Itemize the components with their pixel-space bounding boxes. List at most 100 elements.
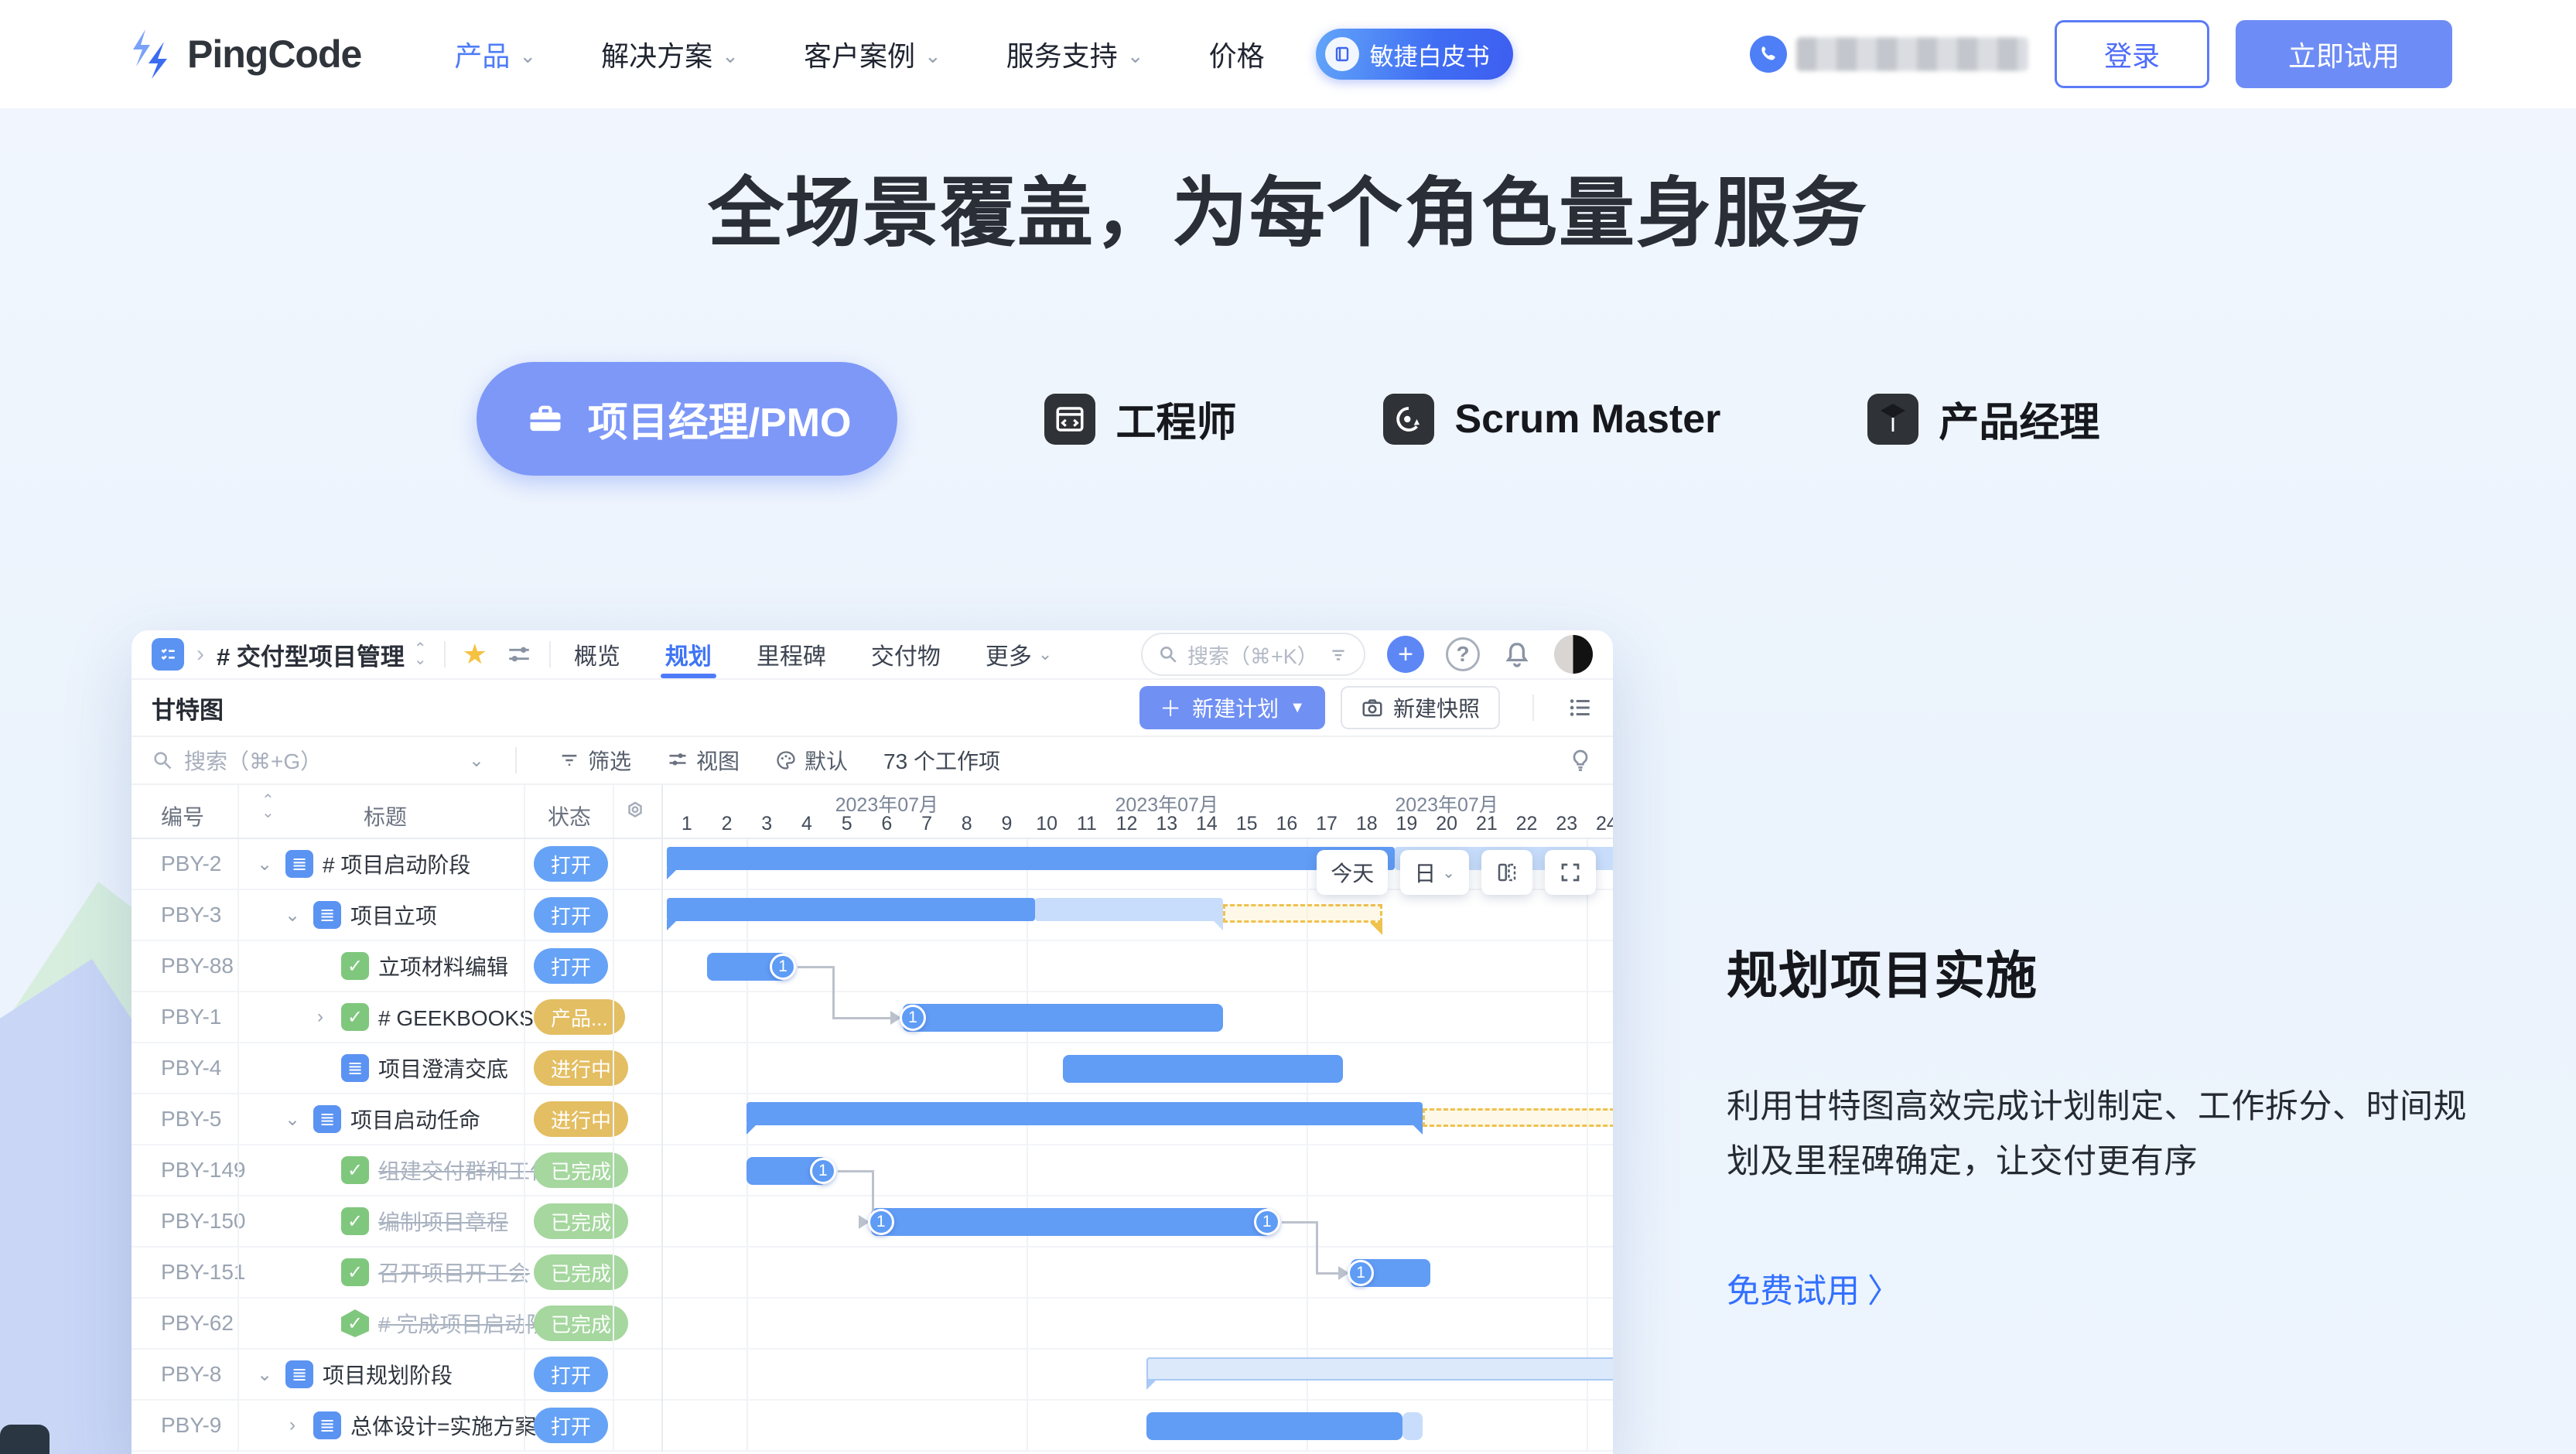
product-box-icon xyxy=(1867,394,1918,445)
work-item-title[interactable]: 项目启动任命 xyxy=(350,1104,480,1135)
gantt-bar-segment[interactable] xyxy=(1035,898,1223,921)
status-badge[interactable]: 打开 xyxy=(534,897,608,933)
tab-规划[interactable]: 规划 xyxy=(665,630,712,678)
status-badge[interactable]: 打开 xyxy=(534,1357,608,1392)
login-button[interactable]: 登录 xyxy=(2055,20,2209,88)
dependency-badge[interactable]: 1 xyxy=(770,954,796,980)
tips-lightbulb-icon[interactable] xyxy=(1568,748,1593,773)
tab-里程碑[interactable]: 里程碑 xyxy=(757,630,826,678)
create-button[interactable]: + xyxy=(1387,636,1424,673)
split-view-button[interactable] xyxy=(1481,850,1532,895)
today-button[interactable]: 今天 xyxy=(1317,850,1388,895)
status-badge[interactable]: 产品... xyxy=(534,999,625,1035)
view-settings-button[interactable]: 视图 xyxy=(667,745,740,776)
project-icon[interactable] xyxy=(152,638,184,671)
column-title[interactable]: 标题 xyxy=(364,800,407,831)
gantt-bar-segment[interactable] xyxy=(1146,1357,1613,1381)
project-title[interactable]: # 交付型项目管理 xyxy=(217,637,405,672)
dependency-badge[interactable]: 1 xyxy=(868,1209,894,1235)
new-snapshot-button[interactable]: 新建快照 xyxy=(1341,686,1500,729)
role-tab-产品经理[interactable]: 产品经理 xyxy=(1867,390,2099,448)
chevron-down-icon[interactable]: ⌄ xyxy=(281,1108,304,1131)
status-badge[interactable]: 打开 xyxy=(534,846,608,882)
table-row[interactable]: PBY-5⌄≣项目启动任命进行中 xyxy=(132,1094,661,1145)
gantt-bar-segment[interactable] xyxy=(1146,1412,1402,1440)
gantt-bar-segment[interactable] xyxy=(1063,1055,1343,1083)
brand-logo[interactable]: PingCode xyxy=(130,29,361,79)
gantt-bar-segment[interactable] xyxy=(1423,1108,1613,1127)
new-plan-button[interactable]: ＋ 新建计划 ▼ xyxy=(1139,686,1325,729)
dependency-badge[interactable]: 1 xyxy=(900,1005,926,1031)
status-badge[interactable]: 打开 xyxy=(534,948,608,984)
table-row[interactable]: PBY-62✓# 完成项目启动阶段...已完成 xyxy=(132,1299,661,1350)
role-tab-Scrum Master[interactable]: Scrum Master xyxy=(1383,394,1720,445)
column-id[interactable]: 编号 xyxy=(161,800,204,831)
user-avatar[interactable] xyxy=(1554,635,1593,674)
nav-item-价格[interactable]: 价格 xyxy=(1209,34,1265,74)
gantt-bar-segment[interactable] xyxy=(1402,1412,1423,1440)
work-item-title[interactable]: 编制项目章程 xyxy=(378,1206,508,1237)
tab-更多[interactable]: 更多⌄ xyxy=(986,630,1052,678)
table-row[interactable]: PBY-9›≣总体设计=实施方案（...打开 xyxy=(132,1401,661,1452)
work-item-title[interactable]: # 项目启动阶段 xyxy=(323,848,470,879)
dependency-line xyxy=(832,1017,893,1019)
gantt-bar-segment[interactable] xyxy=(1223,904,1383,923)
sort-icon[interactable]: ⌃⌄ xyxy=(261,794,275,819)
chevron-down-icon[interactable]: ⌄ xyxy=(253,853,276,875)
table-row[interactable]: PBY-151✓召开项目开工会已完成 xyxy=(132,1248,661,1299)
work-item-title[interactable]: 项目规划阶段 xyxy=(323,1359,453,1390)
nav-item-服务支持[interactable]: 服务支持⌄ xyxy=(1006,34,1144,74)
help-icon[interactable]: ? xyxy=(1446,637,1480,671)
chevron-right-icon[interactable]: › xyxy=(309,1006,332,1028)
global-search-input[interactable]: 搜索（⌘+K） xyxy=(1141,633,1365,676)
role-tab-工程师[interactable]: 工程师 xyxy=(1044,390,1236,448)
role-tab-项目经理/PMO[interactable]: 项目经理/PMO xyxy=(477,362,898,476)
gantt-bar-segment[interactable] xyxy=(871,1208,1271,1236)
work-item-title[interactable]: 召开项目开工会 xyxy=(378,1257,530,1288)
table-row[interactable]: PBY-149✓组建交付群和工作台已完成 xyxy=(132,1145,661,1196)
table-row[interactable]: PBY-1›✓# GEEKBOOKS 极...产品... xyxy=(132,992,661,1043)
dependency-badge[interactable]: 1 xyxy=(1348,1260,1374,1286)
dependency-badge[interactable]: 1 xyxy=(810,1158,836,1184)
table-row[interactable]: PBY-8⌄≣项目规划阶段打开 xyxy=(132,1350,661,1401)
free-trial-link[interactable]: 免费试用 〉 xyxy=(1727,1265,1901,1312)
fullscreen-button[interactable] xyxy=(1545,850,1596,895)
column-settings-gear-icon[interactable] xyxy=(624,799,647,822)
table-row[interactable]: PBY-4≣项目澄清交底进行中 xyxy=(132,1043,661,1094)
status-badge[interactable]: 打开 xyxy=(534,1408,608,1443)
nav-item-产品[interactable]: 产品⌄ xyxy=(454,34,536,74)
chevron-right-icon[interactable]: › xyxy=(281,1415,304,1436)
whitepaper-badge[interactable]: 敏捷白皮书 xyxy=(1316,29,1513,80)
gantt-bar-segment[interactable] xyxy=(903,1004,1223,1032)
work-item-search-input[interactable]: 搜索（⌘+G） ⌄ xyxy=(152,745,484,776)
table-row[interactable]: PBY-3⌄≣项目立项打开 xyxy=(132,890,661,941)
chevron-down-icon[interactable]: ⌄ xyxy=(281,904,304,927)
nav-item-客户案例[interactable]: 客户案例⌄ xyxy=(804,34,941,74)
gantt-bar-segment[interactable] xyxy=(667,898,1035,921)
nav-item-解决方案[interactable]: 解决方案⌄ xyxy=(601,34,739,74)
list-view-icon[interactable] xyxy=(1566,695,1593,721)
gantt-bar-segment[interactable] xyxy=(667,847,1395,870)
pingcode-logo-icon xyxy=(130,29,173,79)
dependency-badge[interactable]: 1 xyxy=(1254,1209,1280,1235)
gantt-bar-segment[interactable] xyxy=(746,1102,1423,1125)
table-row[interactable]: PBY-150✓编制项目章程已完成 xyxy=(132,1196,661,1248)
work-item-title[interactable]: 项目澄清交底 xyxy=(378,1053,508,1084)
chevron-down-icon[interactable]: ⌄ xyxy=(253,1364,276,1386)
filter-button[interactable]: 筛选 xyxy=(559,745,631,776)
column-status[interactable]: 状态 xyxy=(548,800,591,831)
tab-概览[interactable]: 概览 xyxy=(574,630,620,678)
theme-default-button[interactable]: 默认 xyxy=(775,745,848,776)
table-row[interactable]: PBY-88✓立项材料编辑打开 xyxy=(132,941,661,992)
swap-icon[interactable] xyxy=(506,643,532,666)
trial-button[interactable]: 立即试用 xyxy=(2236,20,2452,88)
chevron-down-icon[interactable]: ⌄ xyxy=(469,749,484,772)
work-item-title[interactable]: 立项材料编辑 xyxy=(378,951,508,981)
work-item-title[interactable]: 项目立项 xyxy=(350,899,437,930)
favorite-star-icon[interactable]: ★ xyxy=(463,638,487,671)
scale-select[interactable]: 日 ⌄ xyxy=(1400,850,1469,895)
notification-bell-icon[interactable] xyxy=(1502,639,1532,670)
table-row[interactable]: PBY-2⌄≣# 项目启动阶段打开 xyxy=(132,839,661,890)
project-switcher-icon[interactable]: ⌃⌄ xyxy=(414,643,427,665)
tab-交付物[interactable]: 交付物 xyxy=(871,630,941,678)
